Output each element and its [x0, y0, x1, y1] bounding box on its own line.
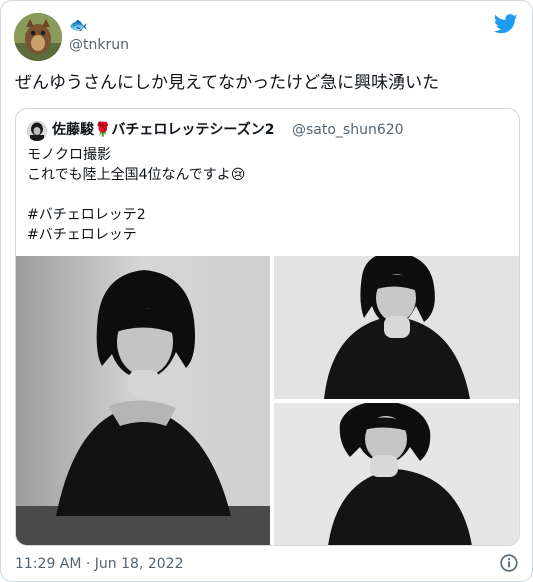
tweet-text: ぜんゆうさんにしか見えてなかったけど急に興味湧いた [15, 73, 440, 93]
photo-1[interactable] [16, 256, 270, 545]
photo-3[interactable] [274, 403, 519, 545]
display-name[interactable]: 🐟 [69, 15, 88, 35]
quoted-user-avatar[interactable] [27, 121, 47, 141]
tweet-card: 🐟 @tnkrun ぜんゆうさんにしか見えてなかったけど急に興味湧いた 佐藤駿🌹… [0, 0, 533, 582]
quoted-username[interactable]: @sato_shun620 [292, 120, 404, 140]
quoted-display-name[interactable]: 佐藤駿🌹バチェロレッテシーズン2 [52, 120, 274, 140]
info-icon[interactable] [500, 554, 518, 572]
user-avatar[interactable] [14, 13, 62, 61]
quoted-tweet-text: モノクロ撮影 これでも陸上全国4位なんですよ😢 #バチェロレッテ2 #バチェロレ… [27, 145, 245, 245]
photo-2[interactable] [274, 256, 519, 399]
tweet-timestamp[interactable]: 11:29 AM · Jun 18, 2022 [15, 555, 183, 573]
hashtag-link[interactable]: #バチェロレッテ [27, 225, 245, 245]
fish-emoji: 🐟 [69, 16, 88, 34]
hashtag-link[interactable]: #バチェロレッテ2 [27, 205, 245, 225]
username[interactable]: @tnkrun [69, 36, 129, 54]
quoted-tweet[interactable]: 佐藤駿🌹バチェロレッテシーズン2 @sato_shun620 モノクロ撮影 これ… [15, 108, 520, 546]
quoted-media-grid [16, 256, 519, 545]
quoted-line: これでも陸上全国4位なんですよ😢 [27, 167, 246, 183]
quoted-line [27, 185, 245, 205]
quoted-line: モノクロ撮影 [27, 147, 111, 163]
twitter-bird-icon[interactable] [493, 13, 518, 35]
